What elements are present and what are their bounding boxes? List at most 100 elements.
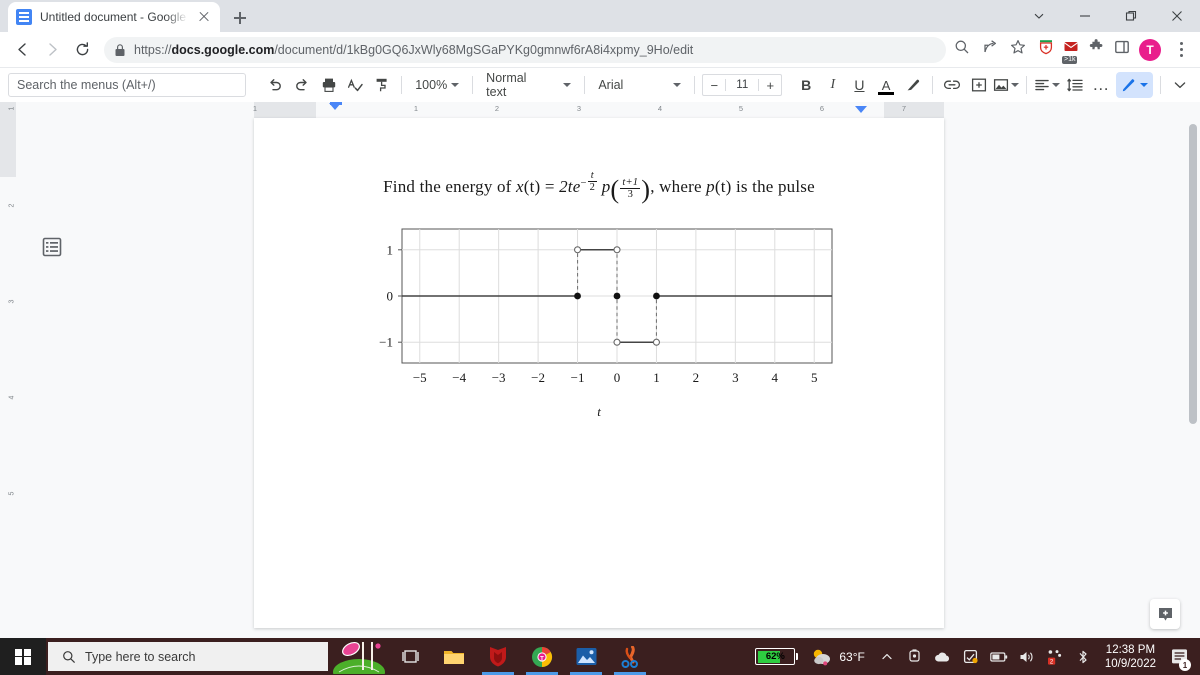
adblock-extension-icon[interactable] xyxy=(1038,39,1054,60)
battery-widget[interactable]: 62% xyxy=(747,638,803,675)
underline-button[interactable]: U xyxy=(847,72,872,98)
battery-percent: 62% xyxy=(765,651,785,662)
search-icon[interactable] xyxy=(954,39,970,60)
snipping-tool-icon[interactable] xyxy=(608,638,652,675)
font-selector[interactable]: Arial xyxy=(592,73,687,97)
google-chrome-icon[interactable]: T xyxy=(520,638,564,675)
windows-start-icon[interactable] xyxy=(0,638,46,675)
highlight-pen-icon[interactable] xyxy=(900,72,925,98)
redo-icon[interactable] xyxy=(290,72,315,98)
link-icon[interactable] xyxy=(940,72,965,98)
cloud-icon[interactable] xyxy=(929,638,957,675)
photos-icon[interactable] xyxy=(564,638,608,675)
text-color-button[interactable]: A xyxy=(874,72,899,98)
task-view-icon[interactable] xyxy=(388,638,432,675)
taskbar-search-input[interactable]: Type here to search xyxy=(48,642,328,671)
x-tick-label: 5 xyxy=(811,370,818,385)
font-size-value[interactable]: 11 xyxy=(725,79,760,91)
right-indent-marker[interactable] xyxy=(855,106,867,113)
partly-cloudy-icon xyxy=(814,649,831,665)
address-bar[interactable]: https://docs.google.com/document/d/1kBg0… xyxy=(104,36,946,63)
frac-den: 3 xyxy=(627,188,634,200)
search-input[interactable]: Search the menus (Alt+/) xyxy=(8,73,246,97)
minimize-icon[interactable] xyxy=(1062,0,1108,32)
insert-image-icon[interactable] xyxy=(993,72,1020,98)
antivirus-icon[interactable]: 2 xyxy=(1041,638,1069,675)
paint-format-icon[interactable] xyxy=(370,72,395,98)
mcafee-icon[interactable] xyxy=(476,638,520,675)
italic-button[interactable]: I xyxy=(821,72,846,98)
puzzle-extensions-icon[interactable] xyxy=(1088,38,1105,61)
weather-widget[interactable]: 63°F xyxy=(803,648,872,666)
security-icon[interactable] xyxy=(957,638,985,675)
editing-mode-button[interactable] xyxy=(1115,72,1153,98)
undo-icon[interactable] xyxy=(263,72,288,98)
exp-num: t xyxy=(587,170,598,183)
document-page[interactable]: Find the energy of x(t) = 2te− t 2 p(t+1 3)… xyxy=(254,118,944,628)
mail-extension-icon[interactable]: >1k xyxy=(1062,39,1079,64)
reload-button[interactable] xyxy=(68,36,96,64)
hruler-num: 6 xyxy=(819,104,825,113)
font-size-increase[interactable]: + xyxy=(759,78,781,93)
share-icon[interactable] xyxy=(982,39,998,60)
windows-taskbar: Type here to search T 62% 63°F 2 12:38 P… xyxy=(0,638,1200,675)
horizontal-ruler[interactable]: 1 1 2 3 4 5 6 7 xyxy=(253,102,944,118)
volume-icon[interactable] xyxy=(1013,638,1041,675)
pulse-plot-svg: −5 −4 −3 −2 −1 0 1 2 3 4 5 −1 0 1 xyxy=(379,228,833,385)
open-endpoint xyxy=(652,338,660,346)
vertical-scrollbar[interactable] xyxy=(1188,124,1198,494)
y-tick-label: 0 xyxy=(387,288,394,303)
font-size-decrease[interactable]: − xyxy=(703,78,725,93)
document-outline-icon[interactable] xyxy=(42,237,62,257)
taskbar-clock[interactable]: 12:38 PM 10/9/2022 xyxy=(1097,643,1164,671)
open-endpoint xyxy=(574,246,582,254)
file-explorer-icon[interactable] xyxy=(432,638,476,675)
add-comment-icon[interactable] xyxy=(967,72,992,98)
notifications-button[interactable]: 1 xyxy=(1164,638,1194,675)
bookmark-star-icon[interactable] xyxy=(1010,39,1026,60)
document-body[interactable]: Find the energy of x(t) = 2te− t 2 p(t+1 3)… xyxy=(254,118,944,420)
paragraph-style-selector[interactable]: Normal text xyxy=(480,71,577,99)
chrome-menu-button[interactable] xyxy=(1170,39,1192,61)
browser-tab[interactable]: Untitled document - Google Doc xyxy=(8,2,220,32)
hruler-num: 1 xyxy=(413,104,419,113)
battery-icon: 62% xyxy=(755,648,799,665)
first-line-indent-marker[interactable] xyxy=(330,102,342,105)
line-spacing-icon[interactable] xyxy=(1062,72,1087,98)
prompt-tail1: , where xyxy=(650,177,707,197)
search-icon xyxy=(63,650,76,663)
restore-icon[interactable] xyxy=(1108,0,1154,32)
side-panel-icon[interactable] xyxy=(1114,39,1130,60)
show-hidden-icons-chevron[interactable] xyxy=(873,638,901,675)
hide-menus-button[interactable] xyxy=(1167,72,1192,98)
bold-button[interactable]: B xyxy=(794,72,819,98)
x-tick-label: −3 xyxy=(492,370,506,385)
x-tick-label: −4 xyxy=(452,370,466,385)
x-tick-label: −2 xyxy=(531,370,545,385)
align-left-icon[interactable] xyxy=(1034,72,1061,98)
docs-toolbar: Search the menus (Alt+/) 100% Normal tex… xyxy=(0,68,1200,102)
exp-minus: − xyxy=(580,178,587,190)
zoom-selector[interactable]: 100% xyxy=(409,73,465,97)
add-comment-button[interactable] xyxy=(1150,599,1180,629)
more-options-button[interactable]: … xyxy=(1089,72,1114,98)
forward-button[interactable] xyxy=(38,36,66,64)
battery-icon[interactable] xyxy=(985,638,1013,675)
close-icon[interactable] xyxy=(196,9,212,25)
tab-strip: Untitled document - Google Doc xyxy=(0,0,1200,32)
close-icon[interactable] xyxy=(1154,0,1200,32)
hruler-num: 2 xyxy=(494,104,500,113)
print-icon[interactable] xyxy=(316,72,341,98)
exp-den: 2 xyxy=(589,182,596,194)
scrollbar-thumb[interactable] xyxy=(1189,124,1197,424)
chevron-down-icon[interactable] xyxy=(1016,0,1062,32)
avatar[interactable]: T xyxy=(1139,38,1161,61)
onedrive-sync-icon[interactable] xyxy=(901,638,929,675)
new-tab-button[interactable] xyxy=(226,4,254,32)
filled-endpoint xyxy=(613,292,621,300)
spellcheck-icon[interactable] xyxy=(343,72,368,98)
bluetooth-icon[interactable] xyxy=(1069,638,1097,675)
font-size-stepper[interactable]: − 11 + xyxy=(702,74,783,96)
vertical-ruler[interactable]: 1 2 3 4 5 xyxy=(0,102,16,641)
back-button[interactable] xyxy=(8,36,36,64)
